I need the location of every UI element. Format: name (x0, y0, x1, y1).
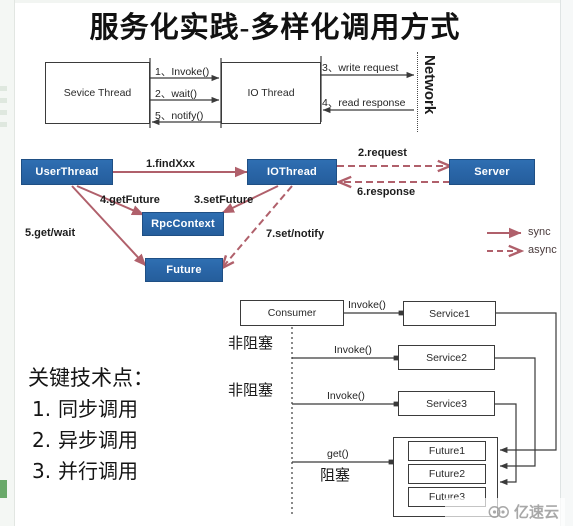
key-point-item-1: 1. 同步调用 (32, 393, 138, 422)
key-point-number: 2. (32, 428, 52, 452)
key-point-item-2: 2. 异步调用 (32, 424, 138, 453)
label-nonblocking-1: 非阻塞 (228, 334, 274, 352)
cloud-icon (488, 505, 509, 518)
label-invoke-service-2: Invoke() (334, 344, 372, 356)
key-point-item-3: 3. 并行调用 (32, 455, 138, 484)
watermark-text: 亿速云 (513, 503, 559, 521)
key-point-number: 1. (32, 397, 52, 421)
key-point-number: 3. (32, 459, 52, 483)
label-invoke-service-1: Invoke() (348, 299, 386, 311)
label-get: get() (327, 448, 349, 460)
slide-canvas: 服务化实践-多样化调用方式 Sevice Thread IO Thread Ne… (0, 0, 573, 526)
key-points-heading: 关键技术点： (28, 366, 154, 390)
label-invoke-service-3: Invoke() (327, 390, 365, 402)
key-point-text: 并行调用 (58, 459, 138, 483)
key-point-text: 异步调用 (58, 428, 138, 452)
label-nonblocking-2: 非阻塞 (228, 381, 274, 399)
key-point-text: 同步调用 (58, 397, 138, 421)
label-blocking: 阻塞 (320, 466, 351, 484)
watermark: 亿速云 (488, 501, 559, 522)
